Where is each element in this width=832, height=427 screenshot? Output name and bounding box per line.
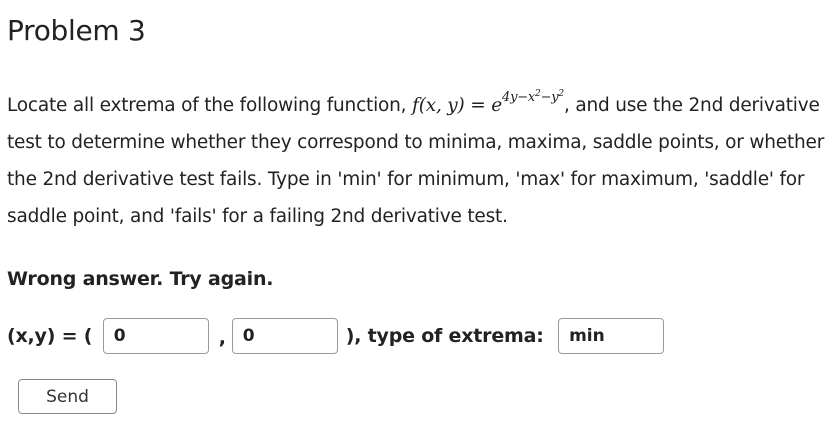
problem-statement: Locate all extrema of the following func…: [7, 87, 829, 235]
answer-prefix-label: (x,y) = (: [7, 325, 99, 347]
formula-exponent-part-c: −y: [540, 90, 559, 105]
extrema-type-input[interactable]: [558, 318, 665, 354]
formula-equals: =: [464, 95, 492, 116]
function-formula: f(x, y) = e4y−x2−y2: [412, 90, 564, 117]
y-coordinate-input[interactable]: [231, 318, 338, 354]
formula-exponent-part-a: 4y−x: [502, 90, 536, 105]
formula-lhs: f(x, y): [412, 95, 465, 116]
send-button[interactable]: Send: [18, 379, 117, 414]
problem-title: Problem 3: [7, 14, 146, 47]
answer-row: (x,y) = ( , ), type of extrema:: [7, 318, 665, 354]
feedback-message: Wrong answer. Try again.: [7, 268, 274, 290]
problem-text-intro: Locate all extrema of the following func…: [7, 95, 413, 116]
coordinate-separator: ,: [218, 327, 226, 349]
formula-base: e: [491, 95, 502, 116]
x-coordinate-input[interactable]: [102, 318, 209, 354]
formula-exponent: 4y−x2−y2: [502, 90, 564, 105]
extrema-type-label: ), type of extrema:: [345, 325, 551, 347]
